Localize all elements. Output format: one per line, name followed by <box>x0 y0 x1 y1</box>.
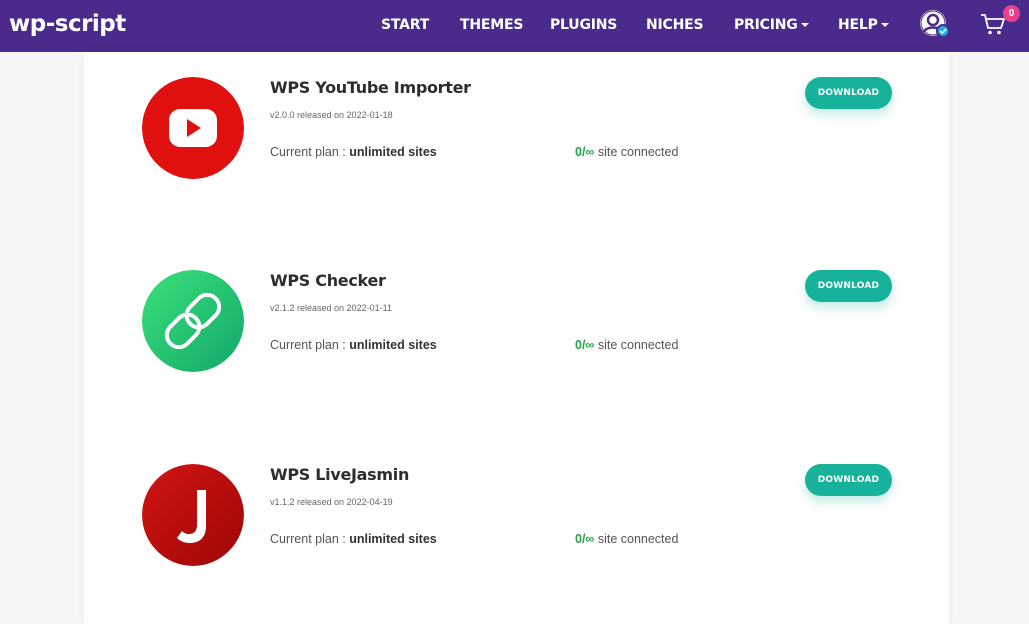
caret-down-icon <box>800 23 809 27</box>
product-name: WPS YouTube Importer <box>270 78 471 97</box>
product-name: WPS Checker <box>270 271 386 290</box>
sites-label: site connected <box>594 145 679 159</box>
nav-plugins[interactable]: PLUGINS <box>550 17 617 33</box>
download-button[interactable]: DOWNLOAD <box>805 464 892 496</box>
product-plan: Current plan : unlimited sites <box>270 145 437 159</box>
verified-check-icon <box>936 24 950 38</box>
cart-icon[interactable] <box>980 12 1006 36</box>
nav-start[interactable]: START <box>381 17 429 33</box>
chain-link-icon <box>142 270 244 372</box>
plan-label: Current plan : <box>270 145 350 159</box>
nav-niches[interactable]: NICHES <box>646 17 704 33</box>
sites-count: 0/∞ <box>575 532 595 546</box>
plan-label: Current plan : <box>270 532 350 546</box>
product-plan: Current plan : unlimited sites <box>270 338 437 352</box>
product-sites: 0/∞ site connected <box>575 145 678 159</box>
nav-pricing-label: PRICING <box>734 17 798 33</box>
nav-start-label: START <box>381 17 430 33</box>
product-plan: Current plan : unlimited sites <box>270 532 437 546</box>
product-sites: 0/∞ site connected <box>575 338 678 352</box>
product-release: v2.0.0 released on 2022-01-18 <box>270 110 393 120</box>
plan-value: unlimited sites <box>349 338 437 352</box>
plan-label: Current plan : <box>270 338 350 352</box>
product-name: WPS LiveJasmin <box>270 465 410 484</box>
product-release: v1.1.2 released on 2022-04-19 <box>270 497 393 507</box>
nav-help-label: HELP <box>838 17 878 33</box>
nav-help[interactable]: HELP <box>838 17 889 33</box>
caret-down-icon <box>880 23 889 27</box>
product-release: v2.1.2 released on 2022-01-11 <box>270 303 392 313</box>
nav-plugins-label: PLUGINS <box>550 17 618 33</box>
livejasmin-j-icon <box>142 464 244 566</box>
product-item: WPS LiveJasmin v1.1.2 released on 2022-0… <box>84 464 949 574</box>
wp-script-logo[interactable]: wp-script <box>9 11 126 37</box>
sites-count: 0/∞ <box>575 338 595 352</box>
nav-themes[interactable]: THEMES <box>460 17 523 33</box>
plan-value: unlimited sites <box>349 145 437 159</box>
product-sites: 0/∞ site connected <box>575 532 678 546</box>
top-navbar: wp-script START THEMES PLUGINS NICHES PR… <box>0 0 1029 52</box>
sites-label: site connected <box>594 532 679 546</box>
nav-niches-label: NICHES <box>646 17 704 33</box>
product-item: WPS YouTube Importer v2.0.0 released on … <box>84 77 949 187</box>
plan-value: unlimited sites <box>349 532 437 546</box>
download-button[interactable]: DOWNLOAD <box>805 270 892 302</box>
nav-pricing[interactable]: PRICING <box>734 17 809 33</box>
product-item: WPS Checker v2.1.2 released on 2022-01-1… <box>84 270 949 380</box>
sites-count: 0/∞ <box>575 145 595 159</box>
youtube-icon <box>142 77 244 179</box>
sites-label: site connected <box>594 338 679 352</box>
download-button[interactable]: DOWNLOAD <box>805 77 892 109</box>
nav-themes-label: THEMES <box>460 17 524 33</box>
plugins-list-card: WPS YouTube Importer v2.0.0 released on … <box>84 52 949 624</box>
cart-count-badge: 0 <box>1003 5 1020 22</box>
